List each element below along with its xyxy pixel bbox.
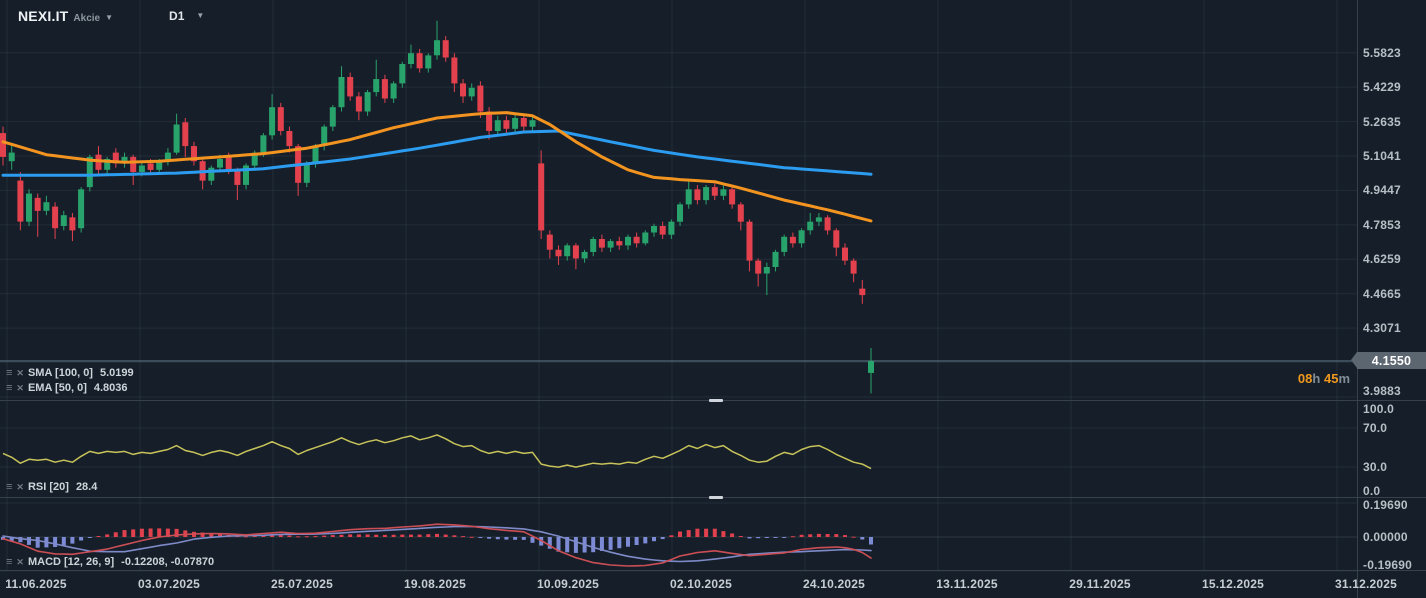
candle-countdown: 08h 45m <box>1298 371 1350 386</box>
price-tick-label: 5.4229 <box>1363 80 1401 94</box>
price-badge-arrow <box>1351 352 1357 368</box>
date-tick-label: 31.12.2025 <box>1334 577 1398 591</box>
symbol-selector[interactable]: NEXI.IT Akcie ▼ <box>0 6 123 26</box>
countdown-minutes-unit: m <box>1338 371 1350 386</box>
countdown-hours-unit: h <box>1312 371 1321 386</box>
indicator-settings-icon[interactable]: ≡ <box>6 367 12 379</box>
chart-header: NEXI.IT Akcie ▼ D1 ▼ <box>0 6 212 26</box>
legend-ema: ≡ ✕ EMA [50, 0] 4.8036 <box>6 382 128 394</box>
date-tick-label: 13.11.2025 <box>936 577 998 591</box>
date-tick-label: 29.11.2025 <box>1069 577 1131 591</box>
countdown-hours: 08 <box>1297 371 1313 386</box>
price-tick-label: 3.9883 <box>1363 384 1401 398</box>
date-tick-label: 24.10.2025 <box>802 577 866 591</box>
price-tick-label: 5.5823 <box>1363 46 1401 60</box>
countdown-minutes: 45 <box>1323 371 1339 386</box>
timeframe-selector[interactable]: D1 ▼ <box>161 6 212 26</box>
rsi-tick-label: 30.0 <box>1363 460 1388 474</box>
date-tick-label: 10.09.2025 <box>536 577 600 591</box>
date-tick-label: 02.10.2025 <box>669 577 733 591</box>
price-tick-label: 4.6259 <box>1363 252 1401 266</box>
price-tick-label: 4.9447 <box>1363 183 1401 197</box>
indicator-close-icon[interactable]: ✕ <box>16 482 24 493</box>
trading-platform-window: NEXI.IT Akcie ▼ D1 ▼ ≡ ✕ SMA [100, 0] 5.… <box>0 0 1426 598</box>
rsi-tick-label: 70.0 <box>1363 421 1388 435</box>
date-tick-label: 25.07.2025 <box>270 577 334 591</box>
indicator-close-icon[interactable]: ✕ <box>16 557 24 568</box>
price-tick-label: 5.1041 <box>1363 149 1401 163</box>
legend-sma: ≡ ✕ SMA [100, 0] 5.0199 <box>6 367 134 379</box>
panel-resize-handle[interactable] <box>709 496 723 499</box>
macd-tick-label: 0.19690 <box>1363 498 1408 512</box>
chart-canvas[interactable] <box>0 0 1426 598</box>
price-tick-label: 4.7853 <box>1363 218 1401 232</box>
chevron-down-icon: ▼ <box>105 13 114 22</box>
current-price-value: 4.1550 <box>1371 353 1412 368</box>
timeframe-label: D1 <box>169 9 185 23</box>
chevron-down-icon: ▼ <box>196 10 205 20</box>
date-tick-label: 03.07.2025 <box>137 577 201 591</box>
macd-label: MACD [12, 26, 9] <box>27 556 115 568</box>
indicator-settings-icon[interactable]: ≡ <box>6 382 12 394</box>
rsi-tick-label: 100.0 <box>1363 402 1395 416</box>
macd-tick-label: 0.00000 <box>1363 530 1408 544</box>
date-tick-label: 11.06.2025 <box>5 577 67 591</box>
current-price-badge: 4.1550 <box>1351 352 1426 369</box>
indicator-settings-icon[interactable]: ≡ <box>6 556 12 568</box>
rsi-value: 28.4 <box>75 481 98 493</box>
rsi-tick-label: 0.0 <box>1363 484 1381 498</box>
date-tick-label: 19.08.2025 <box>403 577 467 591</box>
indicator-settings-icon[interactable]: ≡ <box>6 481 12 493</box>
indicator-close-icon[interactable]: ✕ <box>16 368 24 379</box>
price-tick-label: 4.4665 <box>1363 287 1401 301</box>
macd-value: -0.12208, -0.07870 <box>121 556 215 568</box>
time-axis[interactable]: 11.06.2025 03.07.2025 25.07.2025 19.08.2025… <box>0 571 1426 598</box>
legend-macd: ≡ ✕ MACD [12, 26, 9] -0.12208, -0.07870 <box>6 556 214 568</box>
symbol-type-label: Akcie <box>73 13 101 24</box>
date-tick-label: 15.12.2025 <box>1201 577 1265 591</box>
ema-value: 4.8036 <box>93 382 128 394</box>
macd-tick-label: -0.19690 <box>1363 558 1412 572</box>
price-axis[interactable]: 5.5823 5.4229 5.2635 5.1041 4.9447 4.7853 4.62… <box>1357 0 1426 598</box>
legend-rsi: ≡ ✕ RSI [20] 28.4 <box>6 481 97 493</box>
ema-label: EMA [50, 0] <box>27 382 87 394</box>
price-tick-label: 5.2635 <box>1363 115 1401 129</box>
sma-value: 5.0199 <box>99 367 134 379</box>
price-tick-label: 4.3071 <box>1363 321 1401 335</box>
sma-label: SMA [100, 0] <box>27 367 93 379</box>
indicator-close-icon[interactable]: ✕ <box>16 383 24 394</box>
panel-resize-handle[interactable] <box>709 399 723 402</box>
rsi-label: RSI [20] <box>27 481 69 493</box>
symbol-name: NEXI.IT <box>18 8 69 24</box>
